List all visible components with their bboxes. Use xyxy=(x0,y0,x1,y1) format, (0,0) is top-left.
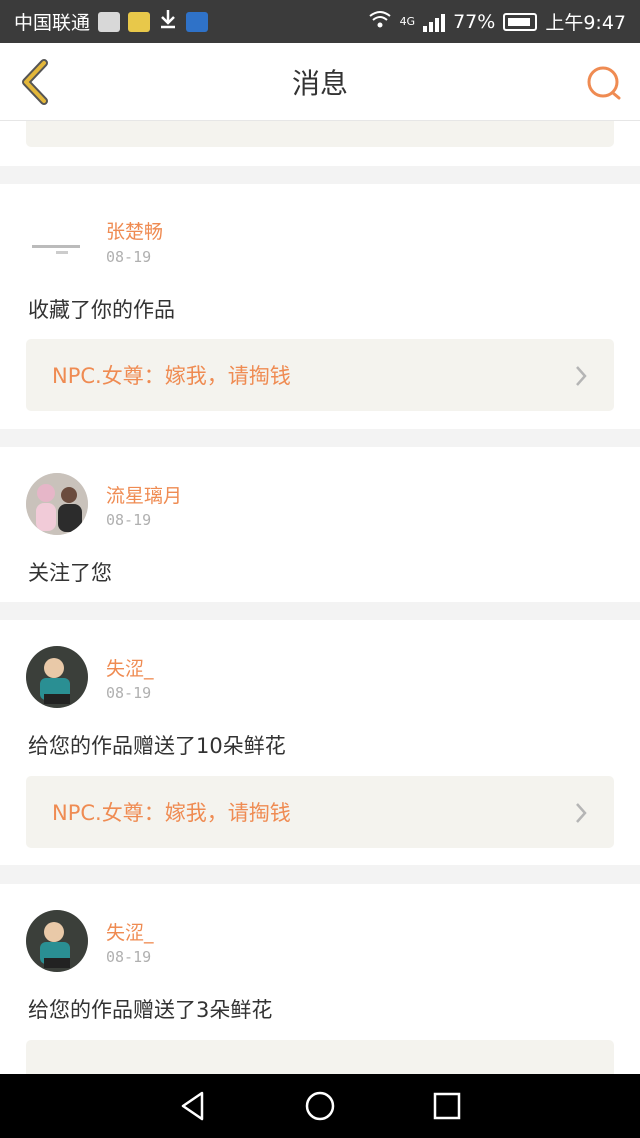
app-notification-icon xyxy=(128,11,151,32)
status-bar: 中国联通 4G 77% 上午9:47 xyxy=(0,0,640,43)
download-icon xyxy=(158,8,178,35)
avatar-photo-icon xyxy=(26,473,88,535)
message-card: … xyxy=(0,121,640,166)
message-list[interactable]: … 张楚畅 08-19 收藏了你的作品 NPC.女尊：嫁我，请掏钱 xyxy=(0,121,640,1074)
message-card: 失涩_ 08-19 给您的作品赠送了10朵鲜花 NPC.女尊：嫁我，请掏钱 xyxy=(0,620,640,865)
username[interactable]: 流星璃月 xyxy=(106,481,182,508)
work-title: … xyxy=(52,121,73,123)
signal-icon xyxy=(423,12,446,32)
work-title: NPC.女尊：嫁我，请掏钱 xyxy=(52,364,291,388)
system-home-button[interactable] xyxy=(290,1076,350,1136)
work-link[interactable]: NPC.女尊：嫁我，请掏钱 xyxy=(26,776,614,848)
message-date: 08-19 xyxy=(106,948,152,966)
avatar-photo-icon xyxy=(26,910,88,972)
battery-icon xyxy=(503,12,538,31)
network-type: 4G xyxy=(399,15,416,28)
triangle-back-icon xyxy=(182,1091,204,1121)
message-date: 08-19 xyxy=(106,684,152,702)
avatar-image-icon xyxy=(26,219,88,281)
avatar[interactable] xyxy=(26,219,88,281)
square-recent-icon xyxy=(433,1092,460,1120)
chevron-right-icon xyxy=(576,366,587,386)
status-left: 中国联通 xyxy=(14,8,209,35)
message-text: 关注了您 xyxy=(28,561,112,585)
username[interactable]: 失涩_ xyxy=(106,918,154,945)
work-link[interactable]: NPC.女尊：嫁我，请掏钱 xyxy=(26,339,614,411)
system-nav-bar xyxy=(0,1074,640,1138)
system-recent-button[interactable] xyxy=(417,1076,477,1136)
header: 消息 xyxy=(0,43,640,121)
work-link[interactable]: … xyxy=(26,1040,614,1074)
chevron-right-icon xyxy=(576,803,587,823)
carrier-name: 中国联通 xyxy=(14,12,91,34)
username[interactable]: 失涩_ xyxy=(106,654,154,681)
avatar[interactable] xyxy=(26,910,88,972)
work-title: NPC.女尊：嫁我，请掏钱 xyxy=(52,801,291,825)
search-button[interactable] xyxy=(584,63,624,103)
status-right: 4G 77% 上午9:47 xyxy=(368,8,626,35)
message-card: 失涩_ 08-19 给您的作品赠送了3朵鲜花 … xyxy=(0,884,640,1074)
back-button[interactable] xyxy=(16,59,56,105)
message-text: 收藏了你的作品 xyxy=(28,298,175,322)
avatar-photo-icon xyxy=(26,646,88,708)
search-icon xyxy=(587,66,621,100)
wechat-icon xyxy=(98,11,121,32)
message-card: 流星璃月 08-19 关注了您 xyxy=(0,447,640,602)
work-title: … xyxy=(52,1064,73,1074)
avatar[interactable] xyxy=(26,646,88,708)
message-date: 08-19 xyxy=(106,511,152,529)
username[interactable]: 张楚畅 xyxy=(106,217,163,244)
message-card: 张楚畅 08-19 收藏了你的作品 NPC.女尊：嫁我，请掏钱 xyxy=(0,184,640,429)
avatar[interactable] xyxy=(26,473,88,535)
message-text: 给您的作品赠送了3朵鲜花 xyxy=(28,998,273,1022)
circle-home-icon xyxy=(305,1091,335,1121)
wifi-icon xyxy=(368,9,392,34)
clock: 上午9:47 xyxy=(545,12,626,34)
message-date: 08-19 xyxy=(106,248,152,266)
system-back-button[interactable] xyxy=(163,1076,223,1136)
video-app-icon xyxy=(186,11,209,32)
message-text: 给您的作品赠送了10朵鲜花 xyxy=(28,734,286,758)
back-arrow-icon xyxy=(22,59,48,105)
battery-percent: 77% xyxy=(453,10,496,33)
page-title: 消息 xyxy=(291,66,348,100)
work-link[interactable]: … xyxy=(26,121,614,147)
